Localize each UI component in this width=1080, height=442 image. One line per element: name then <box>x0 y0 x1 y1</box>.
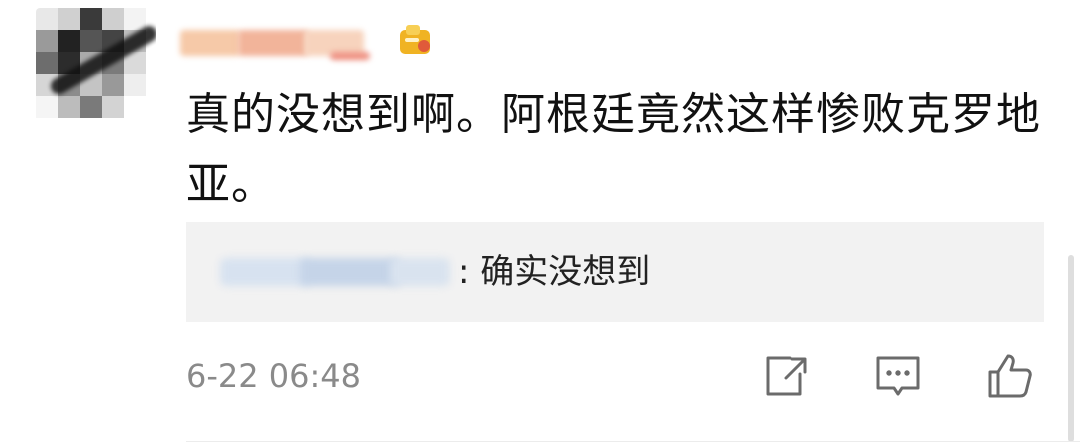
reply-text: : 确实没想到 <box>458 252 651 292</box>
reply-username[interactable] <box>200 250 456 294</box>
avatar[interactable] <box>36 8 156 128</box>
comment-text: 真的没想到啊。阿根廷竟然这样惨败克罗地亚。 <box>186 89 1041 210</box>
share-icon[interactable] <box>760 350 812 402</box>
comment-icon[interactable] <box>872 350 924 402</box>
comment-card: 真的没想到啊。阿根廷竟然这样惨败克罗地亚。 : 确实没想到 6-22 06:48 <box>0 0 1080 442</box>
timestamp: 6-22 06:48 <box>186 357 362 395</box>
username[interactable] <box>180 22 380 62</box>
thumbs-up-icon[interactable] <box>984 350 1036 402</box>
reply-preview[interactable]: : 确实没想到 <box>186 222 1044 322</box>
level-badge-icon <box>396 22 436 58</box>
scrollbar[interactable] <box>1068 255 1074 442</box>
